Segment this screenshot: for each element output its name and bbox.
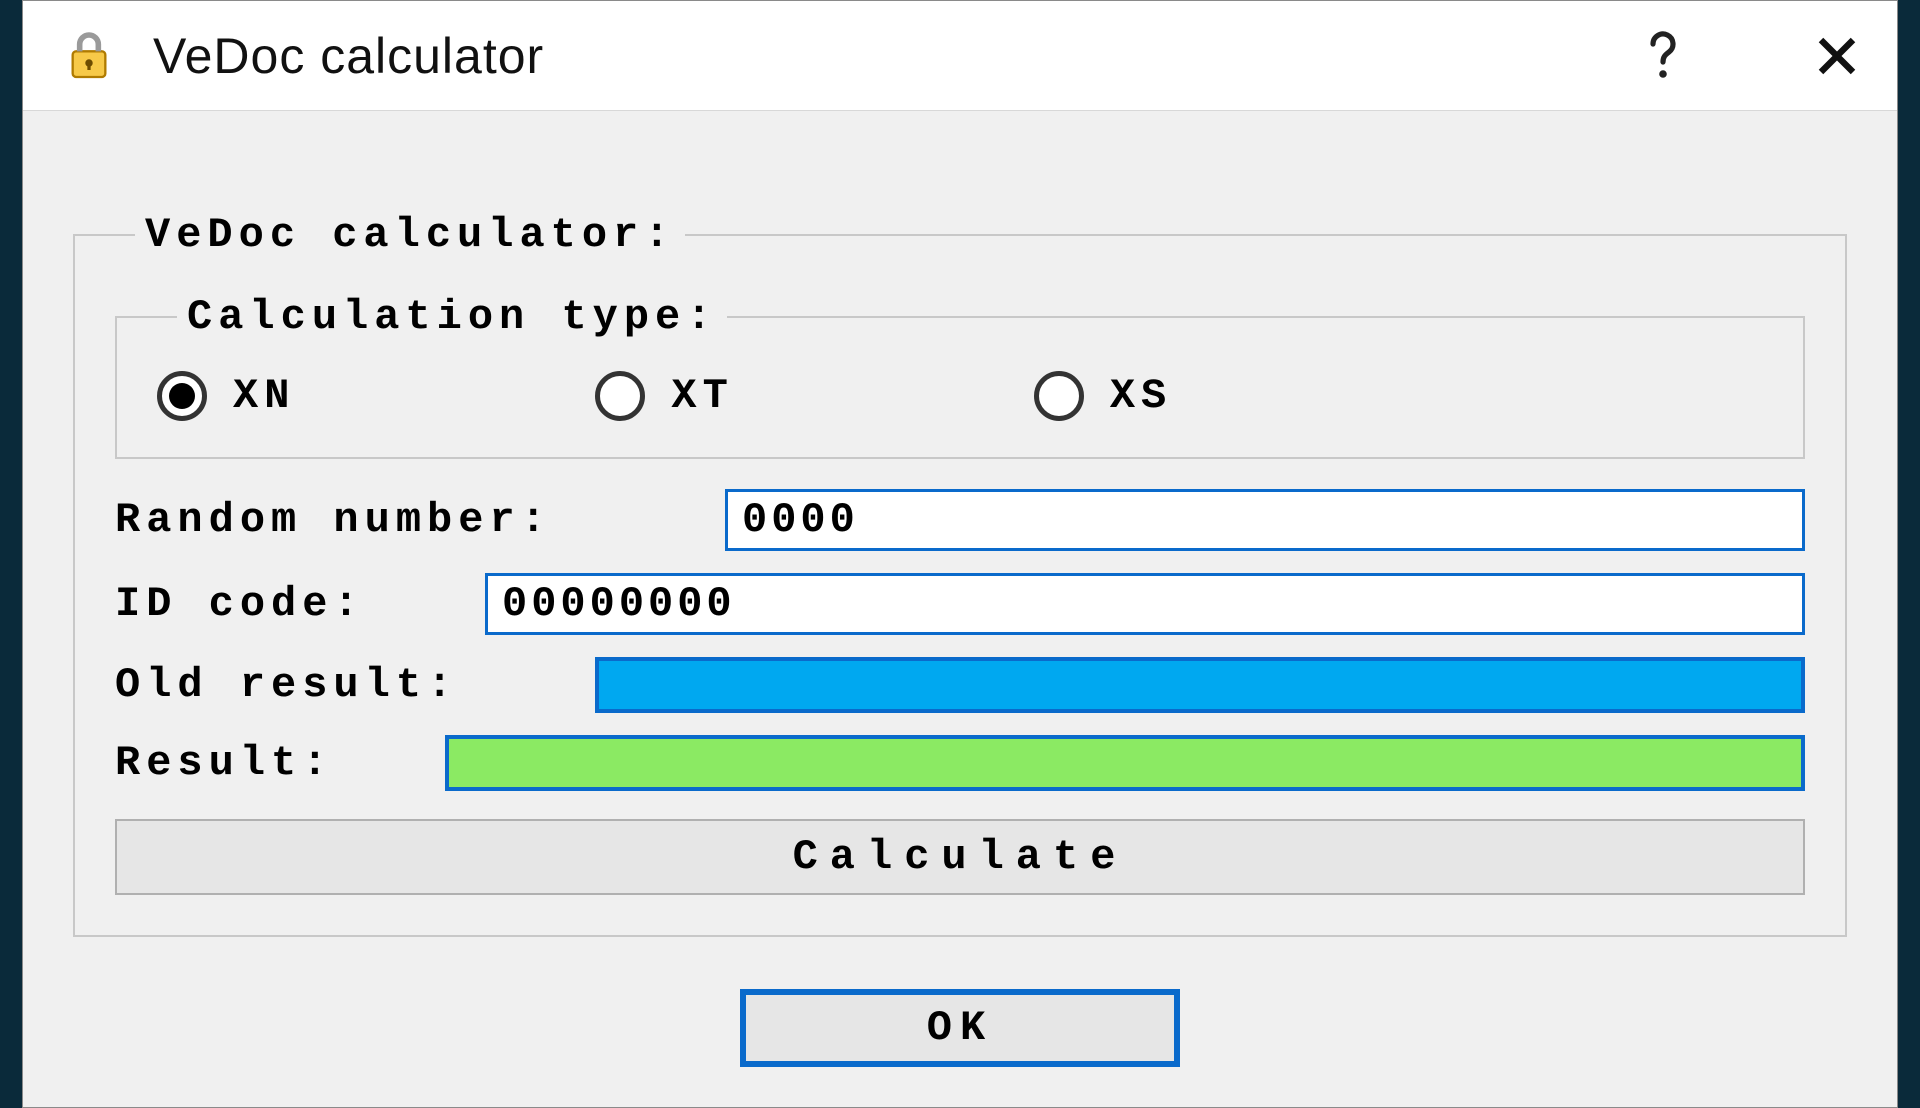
old-result-label: Old result: [115, 661, 565, 709]
radio-label: XT [671, 372, 733, 420]
radio-icon [595, 371, 645, 421]
calc-type-group: Calculation type: XN XT XS [115, 293, 1805, 459]
help-button[interactable] [1631, 24, 1695, 88]
dialog-window: VeDoc calculator VeDoc calculator: Calcu… [22, 0, 1898, 1108]
radio-xn[interactable]: XN [157, 371, 295, 421]
radio-icon [157, 371, 207, 421]
lock-icon [59, 26, 119, 86]
random-number-input[interactable] [725, 489, 1805, 551]
old-result-display [595, 657, 1805, 713]
radio-label: XN [233, 372, 295, 420]
result-display [445, 735, 1805, 791]
group-title: VeDoc calculator: [135, 211, 685, 259]
id-code-input[interactable] [485, 573, 1805, 635]
calc-type-options: XN XT XS [157, 371, 1763, 421]
radio-icon [1034, 371, 1084, 421]
radio-xs[interactable]: XS [1034, 371, 1172, 421]
result-label: Result: [115, 739, 415, 787]
titlebar-controls [1631, 24, 1869, 88]
row-old-result: Old result: [115, 657, 1805, 713]
dialog-content: VeDoc calculator: Calculation type: XN X… [23, 111, 1897, 1107]
row-random-number: Random number: [115, 489, 1805, 551]
close-button[interactable] [1805, 24, 1869, 88]
ok-button[interactable]: OK [740, 989, 1180, 1067]
calc-type-title: Calculation type: [177, 293, 727, 341]
id-code-label: ID code: [115, 580, 455, 628]
ok-row: OK [73, 989, 1847, 1067]
window-title: VeDoc calculator [153, 27, 1631, 85]
row-id-code: ID code: [115, 573, 1805, 635]
radio-label: XS [1110, 372, 1172, 420]
titlebar: VeDoc calculator [23, 1, 1897, 111]
vedoc-group: VeDoc calculator: Calculation type: XN X… [73, 211, 1847, 937]
row-result: Result: [115, 735, 1805, 791]
calculate-button[interactable]: Calculate [115, 819, 1805, 895]
random-number-label: Random number: [115, 496, 695, 544]
radio-xt[interactable]: XT [595, 371, 733, 421]
